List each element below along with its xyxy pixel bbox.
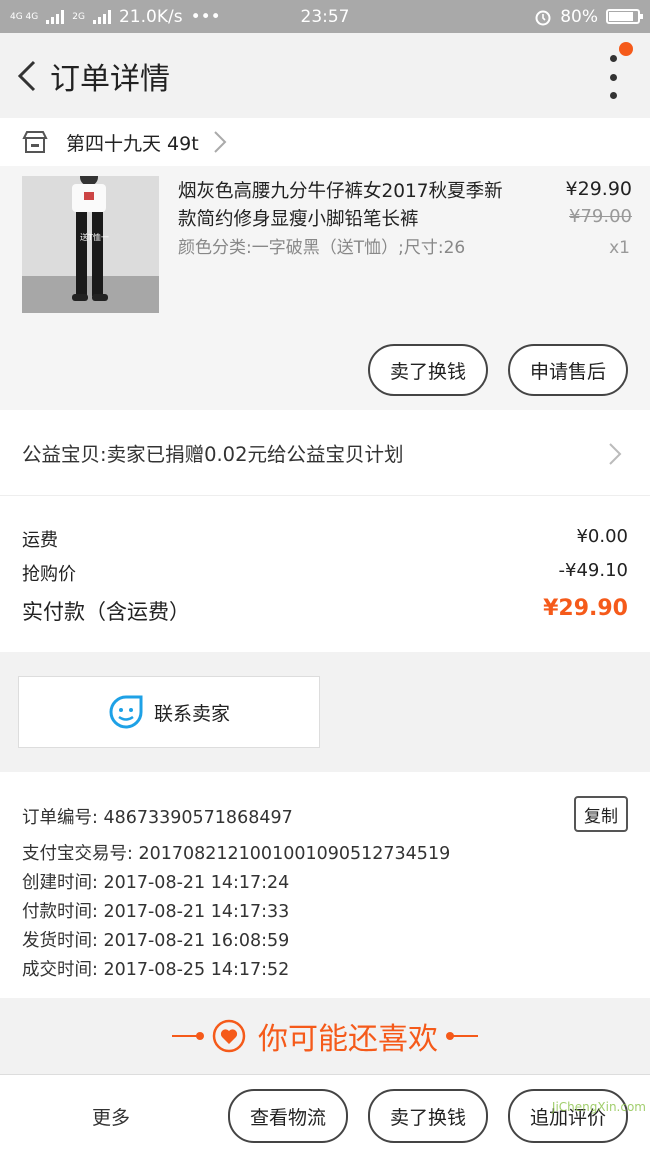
divider-line	[446, 1032, 478, 1040]
product-spec: 颜色分类:一字破黑（送T恤）;尺寸:26	[178, 238, 466, 258]
contact-seller-button[interactable]: 联系卖家	[18, 676, 320, 748]
discount-label: 抢购价	[22, 564, 76, 585]
shop-name[interactable]: 第四十九天 49t	[66, 129, 199, 156]
recommend-title: 你可能还喜欢	[258, 1022, 438, 1057]
product-card[interactable]: 送T恤一 烟灰色高腰九分牛仔裤女2017秋夏季新款简约修身显瘦小脚铅笔长裤 颜色…	[0, 166, 650, 410]
order-info: 订单编号: 4867339057186849​7 支付宝交易号: 2017082…	[0, 772, 650, 998]
view-logistics-button[interactable]: 查看物流	[228, 1089, 348, 1143]
total-value: ¥29.90	[543, 596, 628, 621]
shipping-value: ¥0.00	[576, 526, 628, 547]
created-time: 创建时间: 2017-08-21 14:17:24	[22, 873, 290, 893]
charity-text: 公益宝贝:卖家已捐赠0.02元给公益宝贝计划	[22, 443, 404, 466]
page-title: 订单详情	[50, 61, 170, 97]
fee-summary: 运费 ¥0.00 抢购价 -¥49.10 实付款（含运费） ¥29.90	[0, 496, 650, 652]
discount-row: 抢购价 -¥49.10	[22, 560, 628, 586]
header: 订单详情	[0, 33, 650, 118]
sell-for-cash-button[interactable]: 卖了换钱	[368, 344, 488, 396]
status-left: 4G 4G 2G 21.0K/s •••	[10, 7, 221, 27]
add-review-button[interactable]: 追加评价	[508, 1089, 628, 1143]
alipay-trade-number: 支付宝交易号: 2017082121001001090512734519	[22, 844, 451, 864]
status-bar: 4G 4G 2G 21.0K/s ••• 23:57 80%	[0, 0, 650, 33]
shop-row[interactable]: 第四十九天 49t	[0, 118, 650, 166]
product-quantity: x1	[609, 238, 630, 258]
recommend-banner: 你可能还喜欢	[0, 998, 650, 1074]
total-label: 实付款（含运费）	[22, 600, 190, 624]
shipping-label: 运费	[22, 530, 58, 551]
shop-icon	[22, 131, 48, 153]
signal-icon	[46, 9, 65, 24]
notification-dot	[619, 42, 633, 56]
battery-percent: 80%	[560, 6, 598, 27]
order-number: 订单编号: 4867339057186849​7	[22, 808, 293, 828]
contact-area: 联系卖家	[0, 652, 650, 772]
contact-seller-label: 联系卖家	[153, 702, 230, 725]
status-right: 80%	[534, 6, 643, 27]
bottom-action-bar: 更多 查看物流 卖了换钱 追加评价	[0, 1074, 650, 1155]
sell-for-cash-button[interactable]: 卖了换钱	[368, 1089, 488, 1143]
network-label: 4G 4G	[10, 11, 39, 22]
divider-line	[172, 1032, 204, 1040]
product-image-tag: 送T恤一	[80, 233, 109, 242]
battery-icon	[606, 9, 643, 24]
charity-row[interactable]: 公益宝贝:卖家已捐赠0.02元给公益宝贝计划	[0, 410, 650, 496]
product-title[interactable]: 烟灰色高腰九分牛仔裤女2017秋夏季新款简约修身显瘦小脚铅笔长裤	[178, 178, 508, 234]
network2-label: 2G	[72, 11, 85, 22]
more-button[interactable]: 更多	[92, 1103, 130, 1130]
product-image[interactable]: 送T恤一	[22, 176, 159, 313]
total-row: 实付款（含运费） ¥29.90	[22, 596, 628, 626]
product-price: ¥29.90	[565, 178, 632, 200]
discount-value: -¥49.10	[558, 560, 628, 581]
signal2-icon	[92, 9, 111, 24]
paid-time: 付款时间: 2017-08-21 14:17:33	[22, 902, 290, 922]
shipping-row: 运费 ¥0.00	[22, 526, 628, 552]
back-icon[interactable]	[12, 60, 42, 91]
more-notifications: •••	[190, 6, 221, 27]
after-sale-button[interactable]: 申请售后	[508, 344, 628, 396]
more-menu-icon[interactable]	[606, 55, 620, 99]
chevron-right-icon	[213, 131, 227, 153]
copy-button[interactable]: 复制	[574, 796, 628, 832]
watermark: JiChengXin.com	[551, 1100, 646, 1114]
net-speed: 21.0K/s	[118, 6, 183, 27]
completed-time: 成交时间: 2017-08-25 14:17:52	[22, 960, 290, 980]
alarm-icon	[535, 10, 551, 25]
heart-icon	[212, 1019, 246, 1053]
product-original-price: ¥79.00	[569, 206, 632, 227]
shipped-time: 发货时间: 2017-08-21 16:08:59	[22, 931, 290, 951]
chat-face-icon	[109, 695, 143, 729]
chevron-right-icon	[609, 443, 622, 465]
